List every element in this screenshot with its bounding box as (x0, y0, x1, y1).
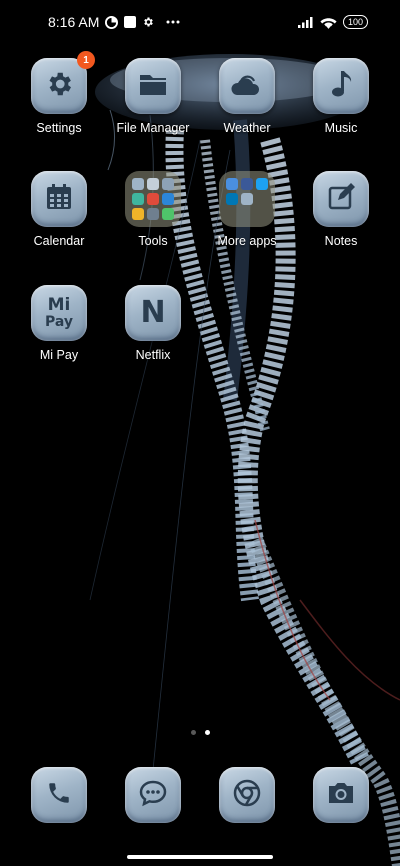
music-tile[interactable] (313, 58, 369, 114)
messages-tile[interactable] (125, 767, 181, 823)
gear-icon (44, 69, 74, 104)
calendar-tile[interactable] (31, 171, 87, 227)
page-dot-active[interactable] (204, 730, 210, 735)
more-dots-icon (166, 20, 180, 24)
dock-messages[interactable] (113, 767, 193, 823)
camera-icon (326, 780, 356, 811)
battery-level: 100 (347, 16, 363, 27)
folder-mini-icon (162, 178, 174, 190)
app-label: Notes (324, 234, 358, 248)
folder-mini-icon (162, 208, 174, 220)
notification-badge: 1 (77, 51, 95, 69)
app-settings[interactable]: 1 Settings (19, 51, 99, 135)
netflix-icon: N (140, 295, 166, 330)
phone-tile[interactable] (31, 767, 87, 823)
message-icon (138, 779, 168, 812)
folder-mini-icon (241, 208, 253, 220)
folder-mini-icon (147, 178, 159, 190)
chrome-tile[interactable] (219, 767, 275, 823)
folder-more-apps[interactable]: More apps (207, 171, 287, 248)
mi-pay-icon: Mi Pay (44, 295, 74, 330)
app-weather[interactable]: Weather (207, 58, 287, 135)
app-label: Tools (138, 234, 168, 248)
phone-icon (46, 780, 72, 811)
app-label: Netflix (135, 348, 171, 362)
folder-mini-icon (241, 193, 253, 205)
folder-mini-icon (132, 178, 144, 190)
folder-mini-icon (226, 178, 238, 190)
music-note-icon (329, 69, 353, 104)
settings-tile[interactable]: 1 (31, 51, 95, 114)
gear-icon (142, 16, 154, 28)
dock-phone[interactable] (19, 767, 99, 823)
notes-tile[interactable] (313, 171, 369, 227)
tools-folder-tile[interactable] (125, 171, 181, 227)
camera-tile[interactable] (313, 767, 369, 823)
app-label: Weather (223, 121, 271, 135)
page-indicator (0, 730, 400, 735)
folder-mini-icon (241, 178, 253, 190)
page-dot[interactable] (190, 730, 196, 735)
wifi-icon (320, 16, 337, 29)
app-notes[interactable]: Notes (301, 171, 381, 248)
app-label: Calendar (33, 234, 85, 248)
cloud-sun-icon (231, 71, 263, 102)
folder-mini-icon (147, 193, 159, 205)
folder-mini-icon (256, 193, 268, 205)
home-indicator-bar[interactable] (127, 855, 273, 859)
app-mi-pay[interactable]: Mi Pay Mi Pay (19, 285, 99, 362)
app-label: Settings (36, 121, 82, 135)
folder-mini-icon (147, 208, 159, 220)
folder-mini-icon (256, 208, 268, 220)
weather-tile[interactable] (219, 58, 275, 114)
app-calendar[interactable]: Calendar (19, 171, 99, 248)
folder-mini-icon (226, 193, 238, 205)
app-label: Mi Pay (39, 348, 79, 362)
mi-pay-icon-top: Mi (47, 295, 71, 315)
app-file-manager[interactable]: File Manager (113, 58, 193, 135)
mi-pay-tile[interactable]: Mi Pay (31, 285, 87, 341)
app-label: Music (324, 121, 358, 135)
folder-mini-icon (256, 178, 268, 190)
app-label: More apps (217, 234, 277, 248)
dock-camera[interactable] (301, 767, 381, 823)
folder-mini-icon (226, 208, 238, 220)
folder-mini-icon (162, 193, 174, 205)
folder-mini-icon (132, 208, 144, 220)
signal-icon (297, 16, 314, 28)
mi-pay-icon-bottom: Pay (44, 314, 74, 330)
status-bar: 8:16 AM 100 (0, 0, 400, 44)
more-apps-folder-tile[interactable] (219, 171, 275, 227)
file-manager-tile[interactable] (125, 58, 181, 114)
pencil-icon (327, 182, 355, 216)
netflix-tile[interactable]: N (125, 285, 181, 341)
calendar-icon (45, 183, 73, 216)
app-music[interactable]: Music (301, 58, 381, 135)
status-time: 8:16 AM (48, 14, 100, 30)
folder-tools[interactable]: Tools (113, 171, 193, 248)
battery-icon: 100 (342, 15, 368, 29)
app-label: File Manager (116, 121, 190, 135)
square-icon (124, 16, 137, 28)
app-netflix[interactable]: N Netflix (113, 285, 193, 362)
folder-icon (138, 71, 168, 102)
chrome-icon (232, 778, 262, 813)
dock-chrome[interactable] (207, 767, 287, 823)
data-saver-icon (105, 15, 119, 29)
folder-mini-icon (132, 193, 144, 205)
